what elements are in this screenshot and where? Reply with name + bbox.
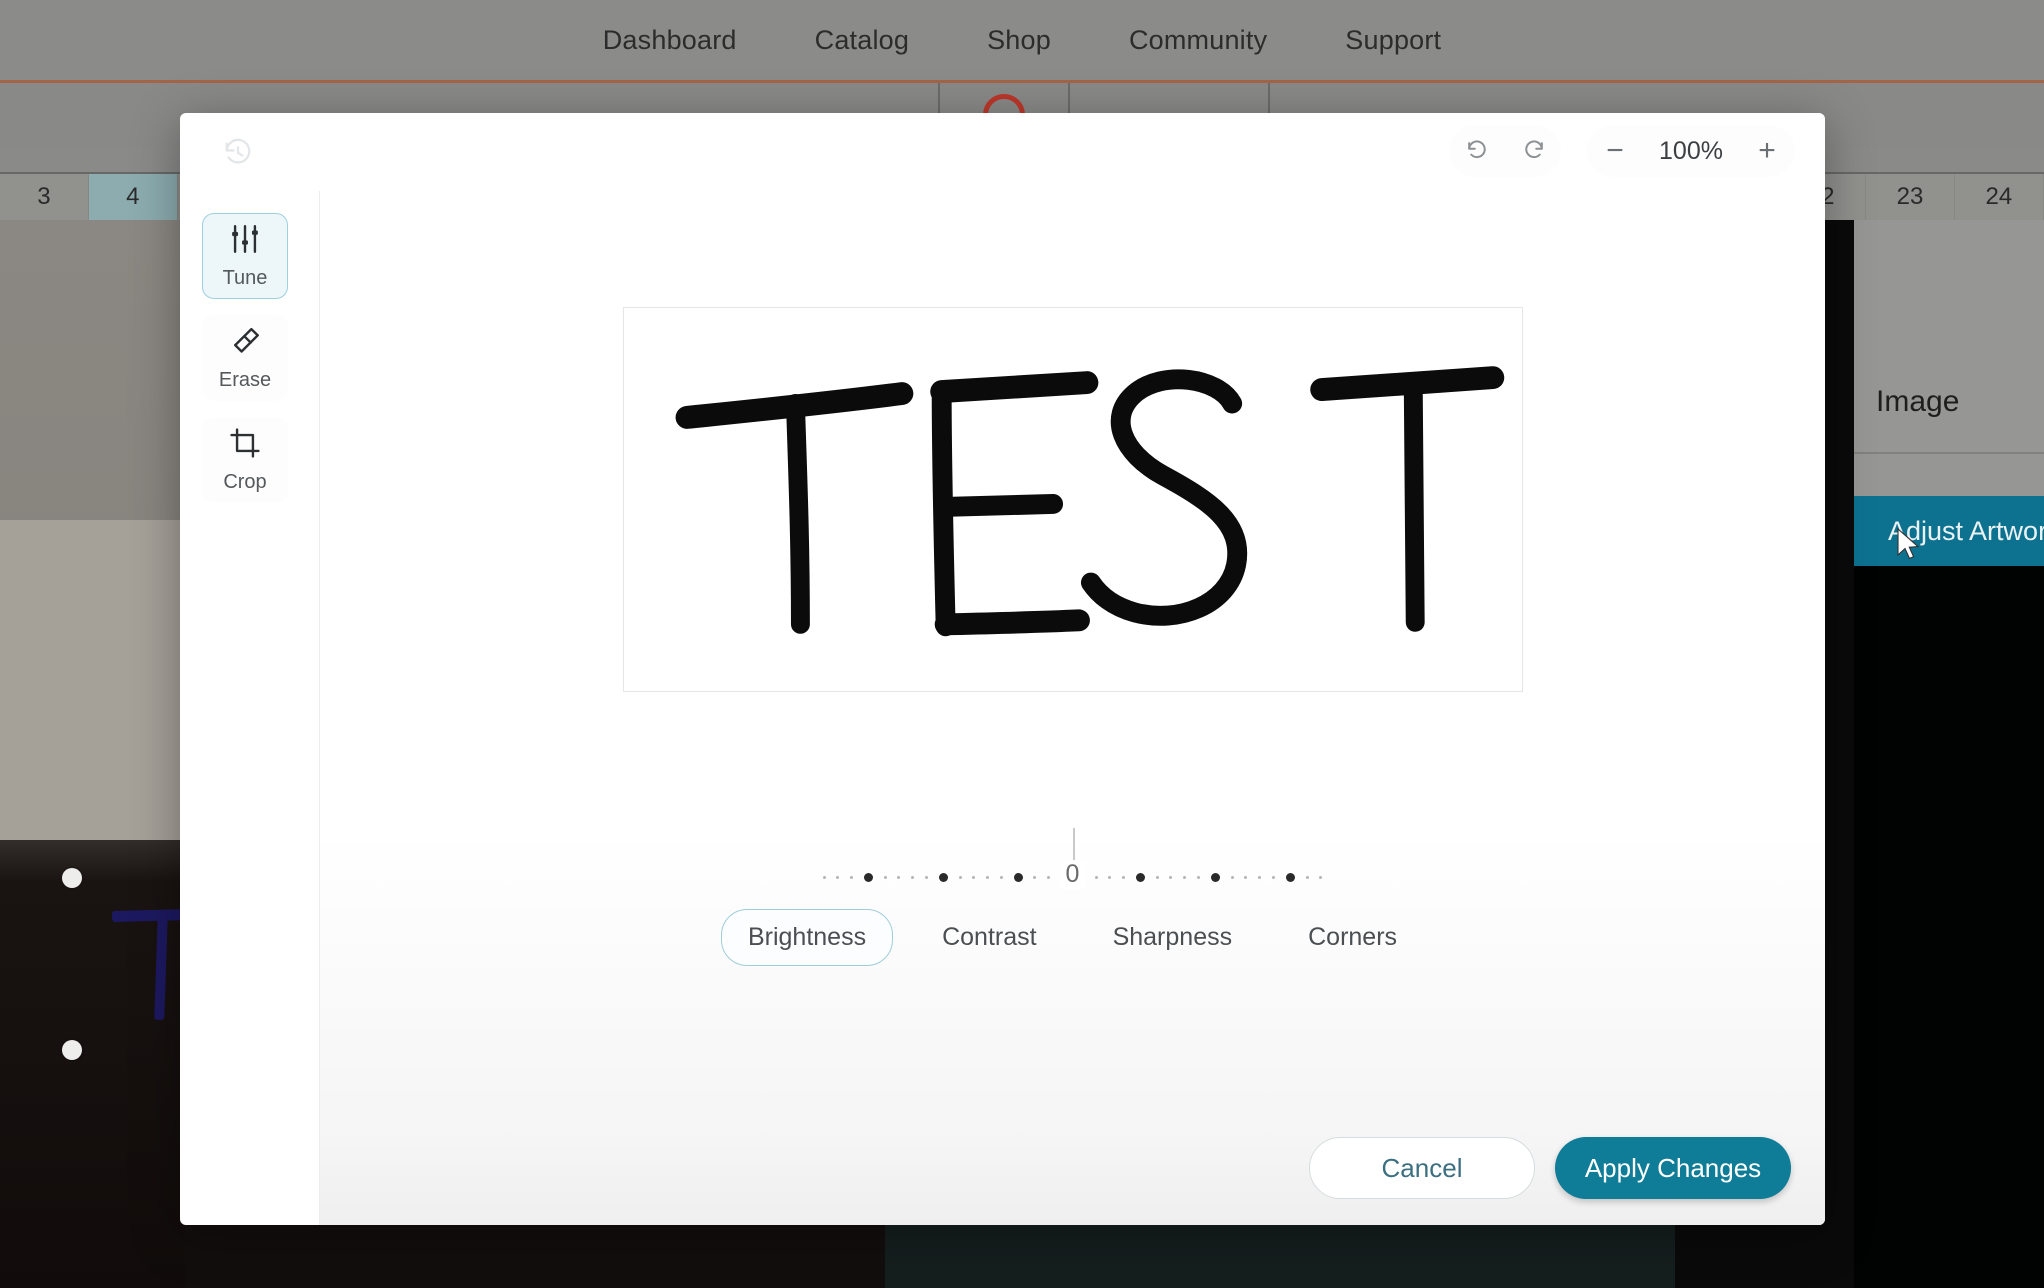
cancel-button[interactable]: Cancel: [1309, 1137, 1535, 1199]
zoom-group: − 100% +: [1587, 125, 1795, 177]
slider-tick: [1258, 876, 1261, 879]
slider-value: 0: [1060, 860, 1086, 889]
tool-crop-label: Crop: [223, 471, 266, 494]
slider-tick: [1244, 876, 1247, 879]
slider-tick: [1211, 873, 1220, 882]
slider-tick: [1108, 876, 1111, 879]
slider-tick: [1047, 876, 1050, 879]
apply-changes-button[interactable]: Apply Changes: [1555, 1137, 1791, 1199]
tool-erase-label: Erase: [219, 369, 271, 392]
slider-tick: [939, 873, 948, 882]
history-button[interactable]: [212, 127, 264, 179]
slider-tick: [864, 873, 873, 882]
artwork-canvas[interactable]: [623, 307, 1523, 692]
slider-tick: [1306, 876, 1309, 879]
redo-icon: [1521, 139, 1546, 164]
modal-toolbar-controls: − 100% +: [1449, 125, 1795, 177]
slider-indicator: [1073, 828, 1075, 864]
zoom-out-button[interactable]: −: [1587, 125, 1643, 177]
slider-track[interactable]: 0: [823, 828, 1323, 898]
slider-tick: [1136, 873, 1145, 882]
tool-tune-label: Tune: [223, 267, 268, 290]
slider-tick: [823, 876, 826, 879]
slider-tick: [1183, 876, 1186, 879]
tool-tune[interactable]: Tune: [202, 213, 288, 299]
slider-tick: [986, 876, 989, 879]
artwork-strokes: [624, 308, 1522, 691]
tool-erase[interactable]: Erase: [202, 315, 288, 401]
slider-tick: [1197, 876, 1200, 879]
crop-icon: [228, 426, 262, 465]
slider-tick: [925, 876, 928, 879]
slider-tick: [972, 876, 975, 879]
slider-tick: [959, 876, 962, 879]
zoom-level-value[interactable]: 100%: [1643, 125, 1739, 177]
zoom-in-button[interactable]: +: [1739, 125, 1795, 177]
editor-workspace: 0 Brightness Contrast Sharpness Corners: [320, 191, 1825, 1225]
slider-tick: [1231, 876, 1234, 879]
undo-icon: [1465, 139, 1490, 164]
adjust-artwork-modal: − 100% + Tune Erase Crop: [180, 113, 1825, 1225]
slider-tick: [1033, 876, 1036, 879]
eraser-icon: [228, 324, 262, 363]
tool-crop[interactable]: Crop: [202, 417, 288, 503]
history-icon: [223, 138, 253, 168]
zoom-out-label: −: [1606, 136, 1624, 166]
screen: DashboardCatalogShopCommunitySupport 342…: [0, 0, 2044, 1288]
undo-button[interactable]: [1449, 125, 1505, 177]
tab-corners[interactable]: Corners: [1281, 909, 1424, 966]
slider-tick: [1095, 876, 1098, 879]
slider-tick: [1319, 876, 1322, 879]
mouse-cursor: [1896, 528, 1922, 562]
slider-tick: [1014, 873, 1023, 882]
slider-tick: [1000, 876, 1003, 879]
slider-tick: [1169, 876, 1172, 879]
zoom-in-label: +: [1758, 136, 1776, 166]
modal-toolbar: − 100% +: [180, 113, 1825, 191]
slider-tick: [850, 876, 853, 879]
slider-tick: [1156, 876, 1159, 879]
tab-brightness[interactable]: Brightness: [721, 909, 893, 966]
slider-tick: [836, 876, 839, 879]
adjustment-slider[interactable]: 0: [320, 823, 1825, 903]
modal-actions: Cancel Apply Changes: [1309, 1137, 1791, 1199]
modal-body: Tune Erase Crop: [180, 191, 1825, 1225]
slider-tick: [1272, 876, 1275, 879]
sliders-icon: [228, 222, 262, 261]
tool-rail: Tune Erase Crop: [180, 191, 320, 1225]
tab-sharpness[interactable]: Sharpness: [1086, 909, 1260, 966]
redo-button[interactable]: [1505, 125, 1561, 177]
undo-redo-group: [1449, 125, 1561, 177]
slider-tick: [911, 876, 914, 879]
slider-tick: [897, 876, 900, 879]
slider-tick: [1286, 873, 1295, 882]
tab-contrast[interactable]: Contrast: [915, 909, 1063, 966]
slider-tick: [1122, 876, 1125, 879]
slider-tick: [884, 876, 887, 879]
adjustment-mode-tabs: Brightness Contrast Sharpness Corners: [320, 909, 1825, 966]
